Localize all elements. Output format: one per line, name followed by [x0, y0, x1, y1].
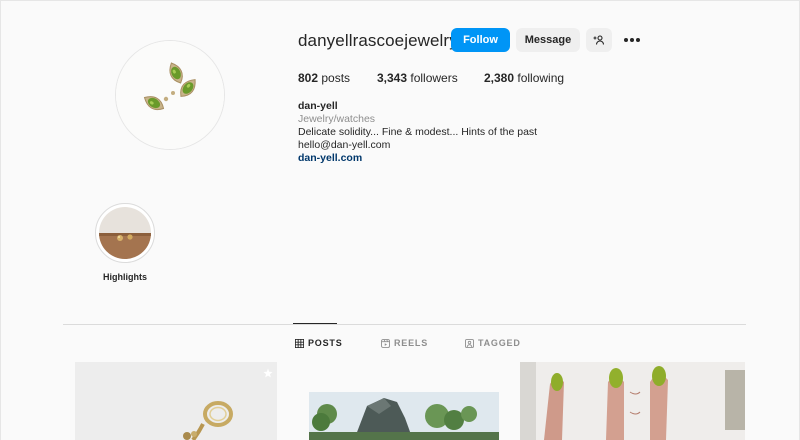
profile-bio: dan-yell Jewelry/watches Delicate solidi… — [298, 100, 537, 165]
story-highlight[interactable] — [95, 203, 155, 263]
grid-icon — [295, 338, 304, 348]
following-link[interactable]: 2,380 following — [484, 71, 564, 85]
multi-post-icon — [263, 368, 273, 378]
tab-posts[interactable]: POSTS — [295, 338, 343, 348]
post-thumbnail[interactable] — [75, 362, 277, 440]
tab-reels[interactable]: REELS — [381, 338, 428, 348]
followers-number: 3,343 — [377, 71, 408, 85]
following-number: 2,380 — [484, 71, 515, 85]
post-thumbnail[interactable] — [309, 392, 499, 440]
suggest-people-button[interactable] — [586, 28, 612, 52]
tab-reels-label: REELS — [394, 338, 429, 348]
active-tab-indicator — [293, 323, 337, 324]
tab-tagged-label: TAGGED — [478, 338, 521, 348]
message-button[interactable]: Message — [516, 28, 580, 52]
tab-posts-label: POSTS — [308, 338, 343, 348]
follow-button[interactable]: Follow — [451, 28, 510, 52]
highlight-cover — [99, 207, 151, 259]
post-image-rock — [309, 392, 499, 440]
website-link[interactable]: dan-yell.com — [298, 152, 537, 165]
post-image-keyring — [75, 362, 277, 440]
bio-email: hello@dan-yell.com — [298, 139, 391, 151]
earrings-image — [116, 41, 224, 149]
tabs-divider — [63, 324, 746, 325]
posts-label: posts — [321, 71, 351, 85]
profile-avatar[interactable] — [115, 40, 225, 150]
posts-count: 802 posts — [298, 71, 350, 85]
reels-icon — [381, 338, 390, 348]
add-person-icon — [593, 35, 605, 45]
post-thumbnail[interactable] — [520, 362, 745, 440]
post-image-nails — [520, 362, 745, 440]
followers-link[interactable]: 3,343 followers — [377, 71, 458, 85]
tab-tagged[interactable]: TAGGED — [465, 338, 521, 348]
tagged-icon — [465, 338, 474, 348]
followers-label: followers — [410, 71, 458, 85]
profile-username: danyellrascoejewelry — [298, 31, 458, 50]
bio-text: Delicate solidity... Fine & modest... Hi… — [298, 126, 538, 138]
posts-number: 802 — [298, 71, 319, 85]
profile-display-name: dan-yell — [298, 100, 338, 112]
more-dots-icon — [624, 38, 640, 42]
profile-category: Jewelry/watches — [298, 113, 376, 125]
more-options-button[interactable] — [622, 30, 642, 50]
highlight-image — [99, 207, 151, 259]
following-label: following — [517, 71, 565, 85]
highlight-label: Highlights — [103, 272, 147, 282]
